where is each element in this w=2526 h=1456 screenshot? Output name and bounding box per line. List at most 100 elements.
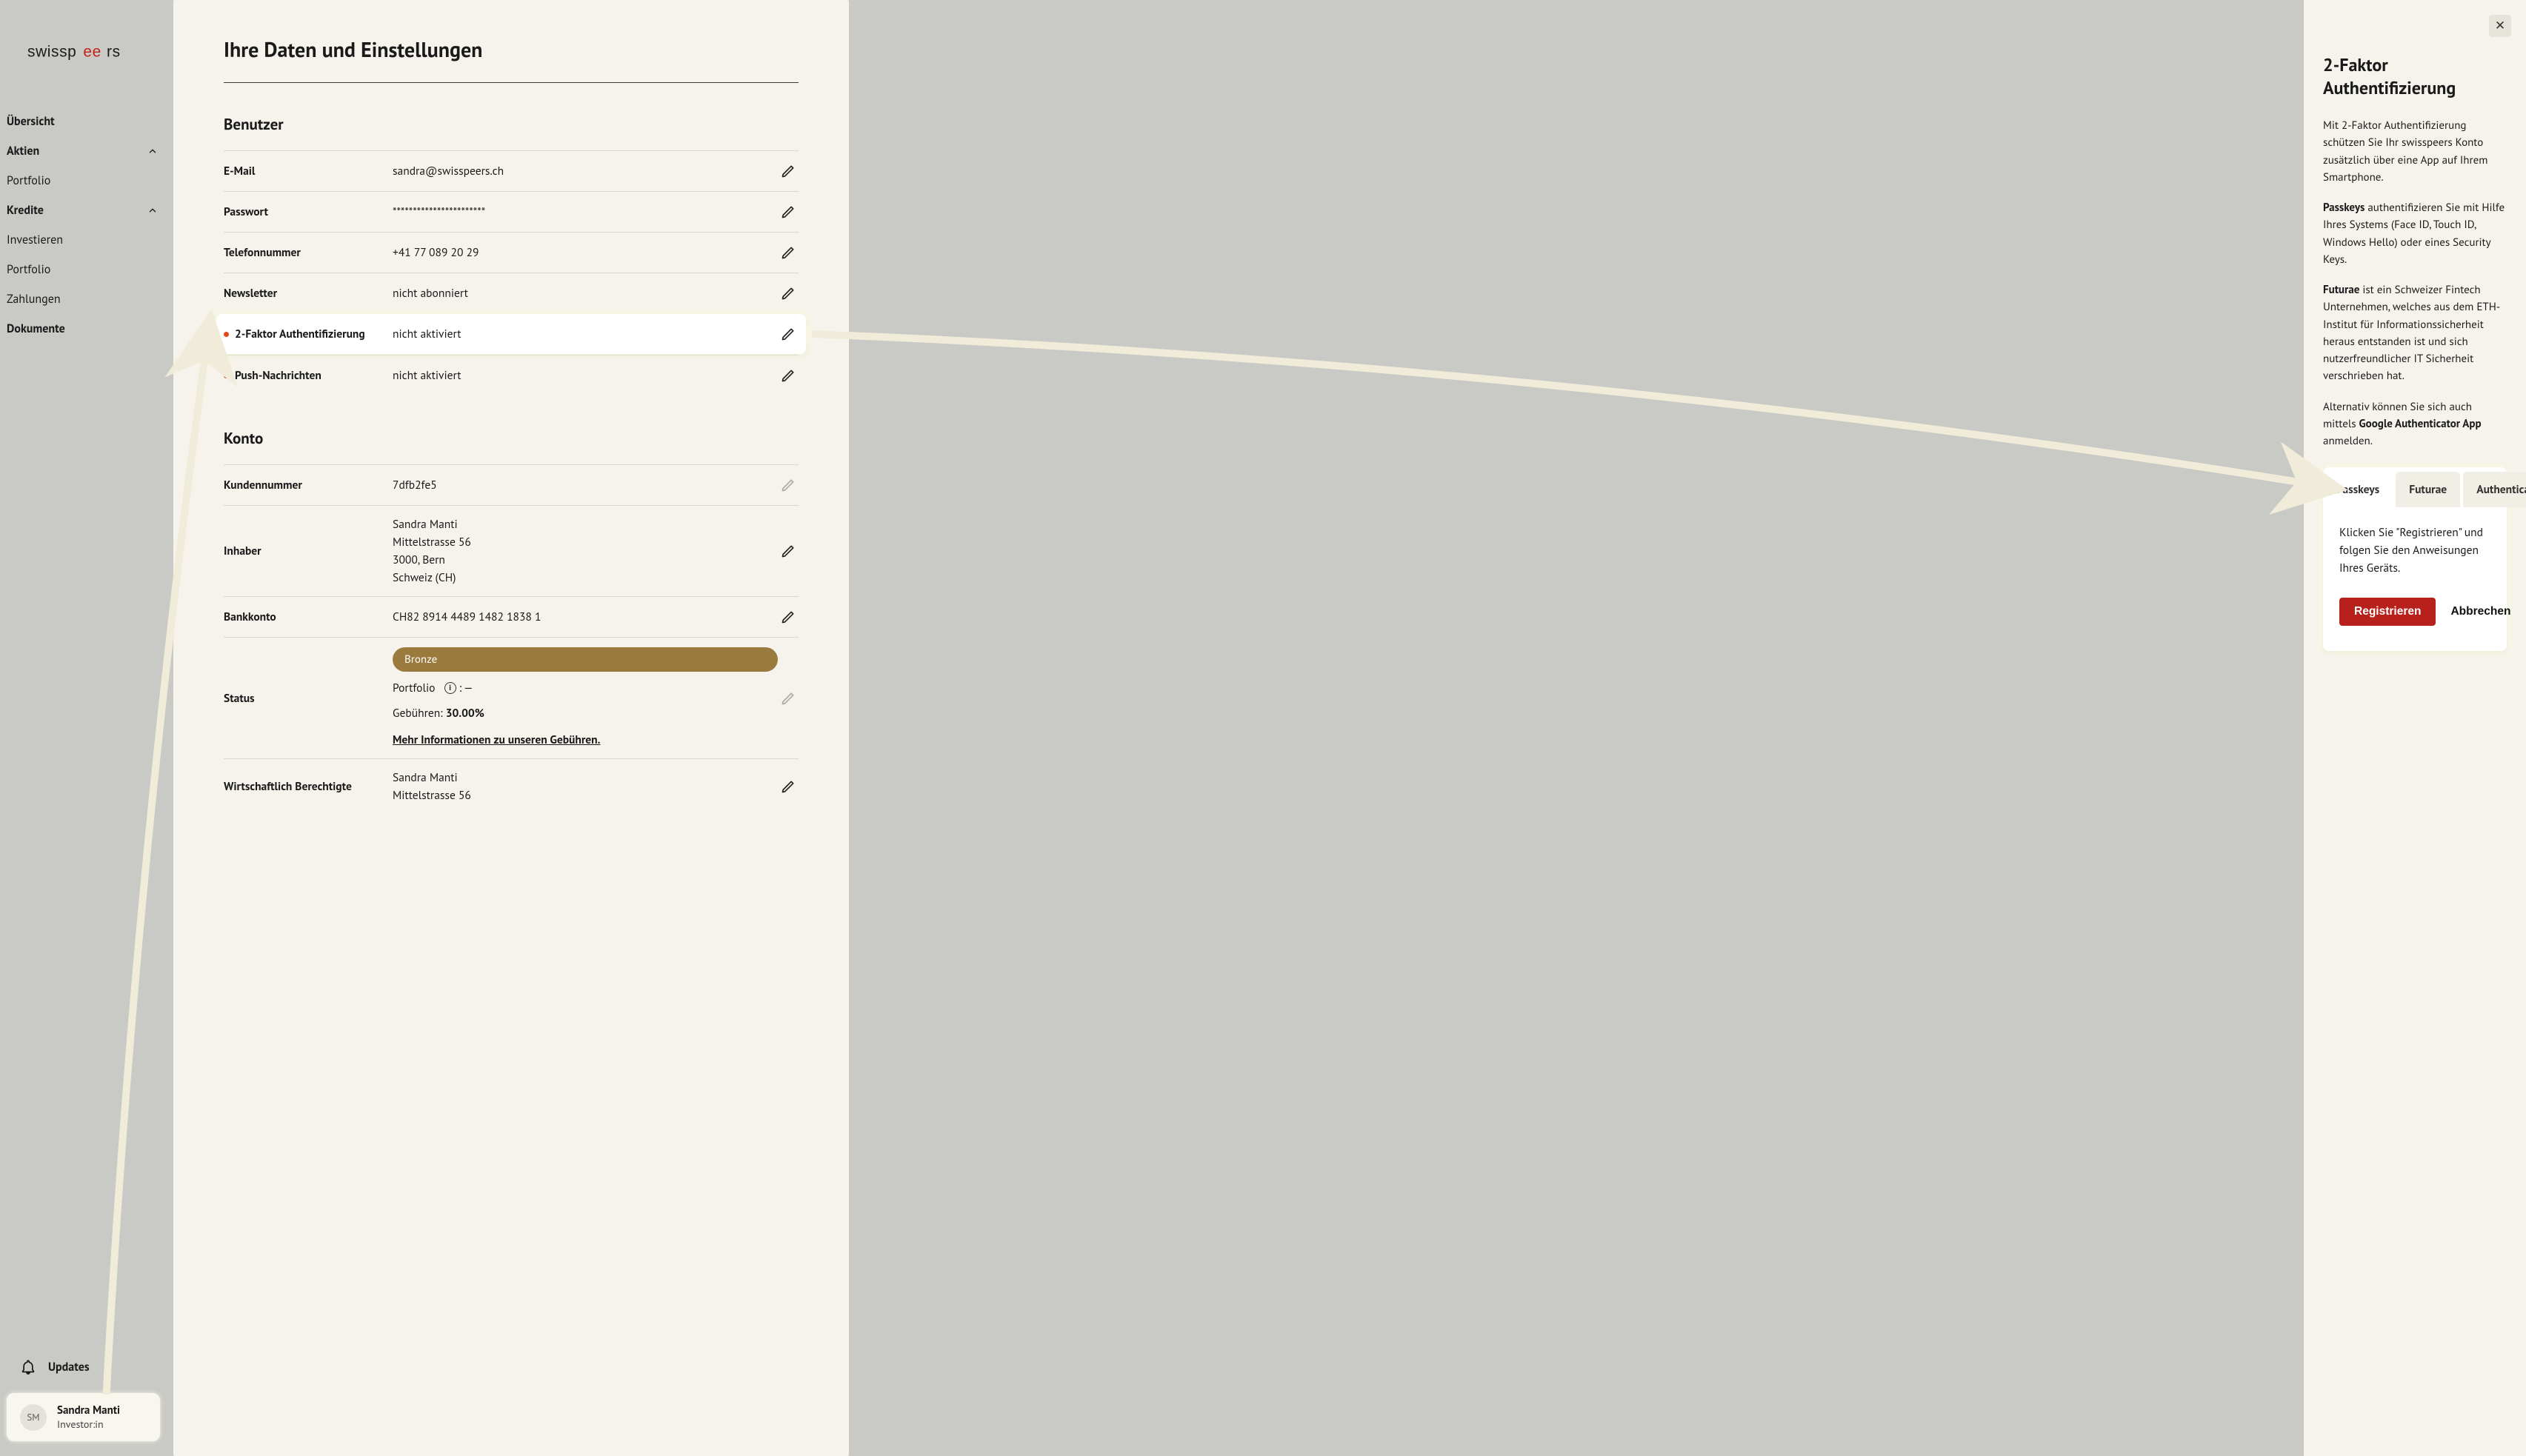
bell-icon	[20, 1359, 36, 1375]
edit-button[interactable]	[778, 283, 799, 304]
nav-credits-portfolio[interactable]: Portfolio	[7, 255, 160, 284]
nav-label: Zahlungen	[7, 292, 61, 307]
row-bank: Bankkonto CH82 8914 4489 1482 1838 1	[224, 596, 799, 637]
nav-shares[interactable]: Aktien	[7, 136, 160, 166]
owner-name: Sandra Manti	[393, 515, 778, 533]
value: nicht abonniert	[393, 284, 778, 302]
row-two-factor: 2-Faktor Authentifizierung nicht aktivie…	[216, 314, 806, 354]
label: Telefonnummer	[224, 245, 393, 260]
drawer-intro: Mit 2-Faktor Authentifizierung schützen …	[2323, 117, 2507, 186]
pencil-icon	[781, 327, 796, 341]
beneficial-name: Sandra Manti	[393, 769, 778, 787]
label: Passwort	[224, 204, 393, 219]
nav-credits[interactable]: Kredite	[7, 196, 160, 225]
cancel-button[interactable]: Abbrechen	[2450, 598, 2510, 626]
edit-button[interactable]	[778, 541, 799, 561]
close-button[interactable]: ✕	[2489, 15, 2511, 37]
brand-logo: swissp ee rs	[27, 41, 160, 62]
nav-label: Dokumente	[7, 321, 65, 336]
edit-button[interactable]	[778, 161, 799, 181]
drawer-passkeys-desc: Passkeys authentifizieren Sie mit Hilfe …	[2323, 199, 2507, 268]
avatar-initials: SM	[27, 1411, 39, 1423]
close-icon: ✕	[2495, 19, 2505, 33]
value: nicht aktiviert	[393, 367, 778, 384]
row-push: Push-Nachrichten nicht aktiviert	[224, 355, 799, 395]
section-title: Konto	[224, 428, 799, 448]
tab-passkeys[interactable]: Passkeys	[2323, 472, 2393, 507]
label: Status	[224, 691, 393, 706]
user-meta: Sandra Manti Investor:in	[57, 1403, 120, 1431]
edit-button[interactable]	[778, 201, 799, 222]
section-user: Benutzer E-Mail sandra@swisspeers.ch Pas…	[224, 114, 799, 395]
edit-button[interactable]	[778, 242, 799, 263]
row-password: Passwort ***********************	[224, 191, 799, 232]
nav-label: Investieren	[7, 233, 63, 247]
page-title: Ihre Daten und Einstellungen	[224, 36, 799, 63]
user-name: Sandra Manti	[57, 1403, 120, 1417]
label: E-Mail	[224, 164, 393, 178]
canvas-gap	[849, 0, 2304, 1456]
value: 7dfb2fe5	[393, 476, 778, 494]
nav-overview[interactable]: Übersicht	[7, 107, 160, 136]
avatar: SM	[20, 1404, 47, 1431]
row-newsletter: Newsletter nicht abonniert	[224, 273, 799, 313]
drawer-title: 2-Faktor Authentifizierung	[2323, 53, 2507, 99]
edit-button-disabled	[778, 688, 799, 709]
pencil-icon	[781, 779, 796, 794]
owner-country: Schweiz (CH)	[393, 569, 778, 587]
updates-button[interactable]: Updates	[7, 1355, 160, 1380]
section-account: Konto Kundennummer 7dfb2fe5 Inhaber Sand…	[224, 428, 799, 814]
svg-text:rs: rs	[107, 43, 121, 60]
label: Bankkonto	[224, 610, 393, 624]
svg-text:swissp: swissp	[27, 43, 76, 60]
nav-documents[interactable]: Dokumente	[7, 314, 160, 344]
label-text: Push-Nachrichten	[235, 368, 321, 383]
label: 2-Faktor Authentifizierung	[224, 327, 393, 341]
nav-label: Übersicht	[7, 114, 55, 129]
drawer-authenticator-desc: Alternativ können Sie sich auch mittels …	[2323, 398, 2507, 450]
tab-authenticator[interactable]: Authenticator	[2463, 472, 2526, 507]
owner-street: Mittelstrasse 56	[393, 533, 778, 551]
pencil-icon	[781, 286, 796, 301]
row-status: Status Bronze Portfolio i : — Gebühren: …	[224, 637, 799, 758]
row-phone: Telefonnummer +41 77 089 20 29	[224, 232, 799, 273]
tab-card: Passkeys Futurae Authenticator Klicken S…	[2323, 467, 2507, 651]
pencil-icon	[781, 164, 796, 178]
pencil-icon	[781, 544, 796, 558]
section-title: Benutzer	[224, 114, 799, 134]
chevron-up-icon	[145, 203, 160, 218]
tab-body: Klicken Sie "Registrieren" und folgen Si…	[2323, 507, 2507, 577]
edit-button[interactable]	[778, 776, 799, 797]
value: +41 77 089 20 29	[393, 244, 778, 261]
nav: Übersicht Aktien Portfolio Kredite	[7, 107, 160, 1355]
status-dot-icon	[224, 373, 229, 378]
nav-credits-payments[interactable]: Zahlungen	[7, 284, 160, 314]
status-dot-icon	[224, 332, 229, 337]
edit-button[interactable]	[778, 324, 799, 344]
sidebar: swissp ee rs Übersicht Aktien Portfolio	[0, 0, 173, 1456]
row-customer-no: Kundennummer 7dfb2fe5	[224, 464, 799, 505]
info-icon[interactable]: i	[444, 682, 456, 694]
edit-button[interactable]	[778, 607, 799, 627]
label: Wirtschaftlich Berechtigte	[224, 779, 393, 794]
updates-label: Updates	[48, 1360, 90, 1375]
nav-label: Kredite	[7, 203, 44, 218]
value: Bronze Portfolio i : — Gebühren: 30.00% …	[393, 647, 778, 749]
drawer-futurae-desc: Futurae ist ein Schweizer Fintech Untern…	[2323, 281, 2507, 385]
pencil-icon	[781, 245, 796, 260]
fees-link[interactable]: Mehr Informationen zu unseren Gebühren.	[393, 731, 778, 749]
edit-button[interactable]	[778, 365, 799, 386]
row-email: E-Mail sandra@swisspeers.ch	[224, 150, 799, 191]
svg-text:ee: ee	[83, 43, 101, 60]
nav-credits-invest[interactable]: Investieren	[7, 225, 160, 255]
user-role: Investor:in	[57, 1417, 120, 1431]
register-button[interactable]: Registrieren	[2339, 598, 2436, 626]
tab-futurae[interactable]: Futurae	[2396, 472, 2460, 507]
nav-shares-portfolio[interactable]: Portfolio	[7, 166, 160, 196]
row-owner: Inhaber Sandra Manti Mittelstrasse 56 30…	[224, 505, 799, 596]
pencil-icon	[781, 691, 796, 706]
value: CH82 8914 4489 1482 1838 1	[393, 608, 778, 626]
value: nicht aktiviert	[393, 325, 778, 343]
user-pill[interactable]: SM Sandra Manti Investor:in	[7, 1393, 160, 1441]
value: sandra@swisspeers.ch	[393, 162, 778, 180]
